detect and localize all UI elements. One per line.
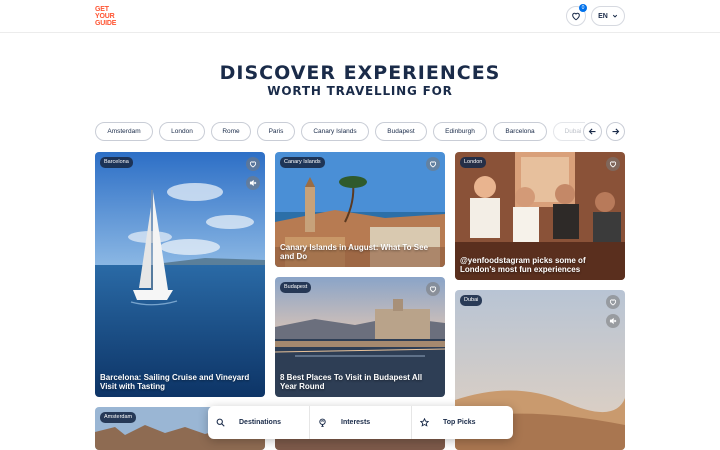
- card-location-tag: Budapest: [280, 282, 312, 293]
- scroll-left-button[interactable]: [583, 122, 602, 141]
- getyourguide-logo[interactable]: GET YOUR GUIDE: [95, 6, 121, 27]
- card-wishlist-button[interactable]: [606, 157, 620, 171]
- bottom-navigation: Destinations Interests Top Picks: [208, 406, 513, 439]
- heart-icon: [429, 286, 437, 293]
- card-title: Barcelona: Sailing Cruise and Vineyard V…: [100, 373, 250, 391]
- language-label: EN: [598, 12, 608, 20]
- chevron-down-icon: [612, 14, 617, 18]
- nav-interests-label: Interests: [341, 419, 371, 426]
- wishlist-count-badge: 0: [579, 4, 587, 12]
- nav-interests[interactable]: Interests: [309, 406, 411, 439]
- chip-dubai[interactable]: Dubai: [553, 122, 585, 141]
- search-icon: [216, 418, 225, 427]
- heart-icon: [609, 161, 617, 168]
- scroll-right-button[interactable]: [606, 122, 625, 141]
- chip-canary-islands[interactable]: Canary Islands: [301, 122, 369, 141]
- card-location-tag: Dubai: [460, 295, 483, 306]
- heart-icon: [429, 161, 437, 168]
- speaker-muted-icon: [249, 179, 257, 187]
- nav-top-picks[interactable]: Top Picks: [411, 406, 513, 439]
- card-wishlist-button[interactable]: [426, 157, 440, 171]
- logo-line-3: GUIDE: [95, 20, 117, 27]
- arrow-right-icon: [612, 128, 620, 135]
- card-london[interactable]: London @yenfoodstagram picks some of Lon…: [455, 152, 625, 280]
- card-location-tag: Amsterdam: [100, 412, 137, 423]
- card-title: Canary Islands in August: What To See an…: [280, 243, 429, 261]
- heart-icon: [249, 161, 257, 168]
- card-barcelona[interactable]: Barcelona Barcelona: Sailing Cruise and …: [95, 152, 265, 397]
- card-title: 8 Best Places To Visit in Budapest All Y…: [280, 373, 423, 391]
- card-budapest[interactable]: Budapest 8 Best Places To Visit in Budap…: [275, 277, 445, 397]
- hero-subtitle: WORTH TRAVELLING FOR: [267, 84, 453, 98]
- chip-rome[interactable]: Rome: [211, 122, 251, 141]
- chip-edinburgh[interactable]: Edinburgh: [433, 122, 487, 141]
- chip-budapest[interactable]: Budapest: [375, 122, 427, 141]
- nav-destinations-label: Destinations: [239, 419, 282, 426]
- logo-line-2: YOUR: [95, 13, 115, 20]
- balloon-icon: [319, 418, 326, 427]
- card-wishlist-button[interactable]: [606, 295, 620, 309]
- chip-amsterdam[interactable]: Amsterdam: [95, 122, 153, 141]
- card-mute-button[interactable]: [246, 176, 260, 190]
- chip-barcelona[interactable]: Barcelona: [493, 122, 547, 141]
- arrow-left-icon: [588, 128, 596, 135]
- speaker-muted-icon: [609, 317, 617, 325]
- destination-chips: Amsterdam London Rome Paris Canary Islan…: [95, 122, 585, 142]
- wishlist-button[interactable]: 0: [566, 4, 587, 26]
- heart-icon: [609, 299, 617, 306]
- logo-line-1: GET: [95, 6, 109, 13]
- star-icon: [420, 418, 429, 427]
- nav-destinations[interactable]: Destinations: [208, 406, 309, 439]
- card-location-tag: Canary Islands: [280, 157, 325, 168]
- card-title: @yenfoodstagram picks some of London's m…: [460, 256, 586, 274]
- chip-paris[interactable]: Paris: [257, 122, 295, 141]
- top-header: GET YOUR GUIDE 0 EN: [0, 0, 720, 33]
- card-wishlist-button[interactable]: [246, 157, 260, 171]
- card-wishlist-button[interactable]: [426, 282, 440, 296]
- card-location-tag: Barcelona: [100, 157, 133, 168]
- nav-top-picks-label: Top Picks: [443, 419, 476, 426]
- card-location-tag: London: [460, 157, 487, 168]
- hero-title: DISCOVER EXPERIENCES: [219, 62, 501, 84]
- card-canary-islands[interactable]: Canary Islands Canary Islands in August:…: [275, 152, 445, 267]
- heart-icon: [572, 12, 580, 21]
- sailboat-image: [95, 152, 265, 397]
- language-selector[interactable]: EN: [591, 6, 625, 26]
- card-mute-button[interactable]: [606, 314, 620, 328]
- chip-london[interactable]: London: [159, 122, 205, 141]
